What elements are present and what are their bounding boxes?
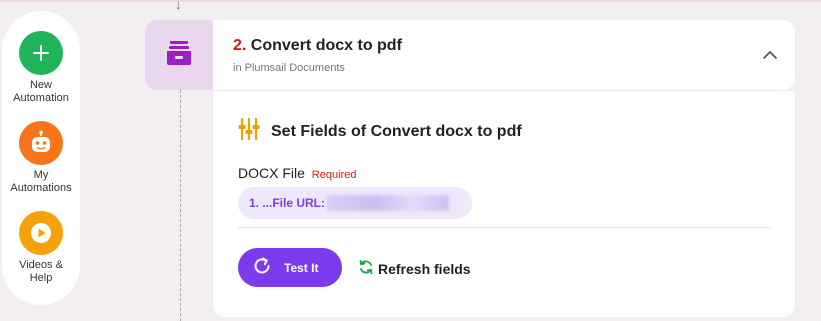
sliders-icon (237, 117, 271, 146)
section-title-text: Set Fields of Convert docx to pdf (271, 122, 522, 140)
refresh-icon (358, 259, 378, 278)
sidebar-item-label: My Automations (10, 169, 72, 194)
step-number: 2. (233, 37, 247, 54)
test-it-button[interactable]: Test It (238, 248, 342, 287)
sidebar-item-new-automation[interactable]: New Automation (2, 31, 80, 105)
app-tile (145, 20, 213, 90)
sidebar: New Automation My Automations Videos & H… (2, 11, 80, 305)
arrow-down-icon: ↓ (175, 0, 182, 12)
play-icon (19, 211, 63, 255)
docx-file-value: 1. ...File URL: (249, 196, 326, 210)
redacted-url (327, 195, 450, 211)
connector-line (180, 90, 181, 321)
robot-icon (19, 121, 63, 165)
step-title-text: Convert docx to pdf (250, 37, 402, 54)
test-it-label: Test It (284, 260, 319, 275)
refresh-icon (238, 256, 284, 279)
step-card-header[interactable]: 2. Convert docx to pdf in Plumsail Docum… (145, 20, 795, 90)
plus-icon (19, 31, 63, 75)
sidebar-item-label: New Automation (13, 79, 69, 104)
top-border (0, 0, 821, 2)
field-label-text: DOCX File (238, 165, 305, 181)
docx-file-input[interactable]: 1. ...File URL: (238, 187, 472, 219)
required-badge: Required (311, 169, 357, 181)
archive-drawer-icon (164, 38, 194, 73)
field-label: DOCX File Required (238, 165, 356, 181)
refresh-fields-button[interactable]: Refresh fields (358, 259, 471, 278)
step-subtitle: in Plumsail Documents (233, 62, 345, 74)
refresh-fields-label: Refresh fields (378, 260, 471, 277)
sidebar-item-videos-help[interactable]: Videos & Help (2, 211, 80, 285)
step-card-body: Set Fields of Convert docx to pdf DOCX F… (213, 90, 795, 317)
divider (238, 227, 771, 228)
sidebar-item-my-automations[interactable]: My Automations (2, 121, 80, 195)
sidebar-item-label: Videos & Help (19, 259, 63, 284)
section-title: Set Fields of Convert docx to pdf (237, 117, 522, 146)
chevron-up-icon[interactable] (761, 46, 779, 64)
step-title: 2. Convert docx to pdf (233, 37, 402, 55)
